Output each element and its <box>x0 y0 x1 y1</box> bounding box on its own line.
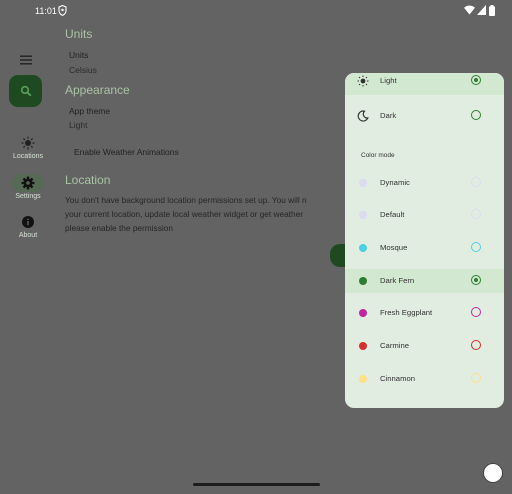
color-swatch <box>359 211 367 219</box>
color-option-label: Mosque <box>380 243 408 252</box>
signal-icon <box>477 5 486 15</box>
color-option-label: Fresh Eggplant <box>380 308 433 317</box>
theme-radio-light[interactable] <box>471 75 481 85</box>
theme-option-dark[interactable]: Dark <box>345 104 504 128</box>
gear-icon <box>21 176 35 190</box>
rail-item-locations[interactable]: Locations <box>0 136 56 160</box>
search-fab[interactable] <box>9 75 42 107</box>
rail-item-label: Settings <box>15 193 41 200</box>
sun-icon <box>357 75 369 87</box>
color-option-dynamic[interactable]: Dynamic <box>345 171 504 195</box>
status-time: 11:01 <box>35 6 57 16</box>
theme-color-popup: Light Dark Color mode Dynamic Default Mo… <box>345 73 504 408</box>
theme-option-label: Dark <box>380 111 397 120</box>
navigation-rail: Locations Settings About <box>0 22 56 494</box>
floating-circle-button[interactable] <box>483 463 503 483</box>
search-icon <box>20 85 32 97</box>
theme-option-light[interactable]: Light <box>345 73 504 95</box>
color-radio[interactable] <box>471 242 481 252</box>
color-swatch <box>359 375 367 383</box>
color-mode-label: Color mode <box>361 152 395 159</box>
color-radio[interactable] <box>471 307 481 317</box>
color-option-label: Dark Fern <box>380 276 415 285</box>
menu-icon[interactable] <box>18 52 34 68</box>
rail-item-settings[interactable]: Settings <box>0 176 56 200</box>
color-option-label: Dynamic <box>380 178 410 187</box>
rail-item-label: About <box>18 232 38 239</box>
color-option-label: Default <box>380 210 405 219</box>
info-icon <box>22 216 34 228</box>
moon-icon <box>357 110 369 122</box>
color-option-mosque[interactable]: Mosque <box>345 236 504 260</box>
color-option-default[interactable]: Default <box>345 203 504 227</box>
units-setting-value: Celsius <box>69 65 97 75</box>
appearance-section-header: Appearance <box>65 83 130 97</box>
color-option-label: Carmine <box>380 341 410 350</box>
color-radio[interactable] <box>471 373 481 383</box>
color-option-label: Cinnamon <box>380 374 416 383</box>
theme-radio-dark[interactable] <box>471 110 481 120</box>
rail-item-label: Locations <box>13 153 43 160</box>
location-shield-icon <box>58 5 67 16</box>
units-section-header: Units <box>65 27 93 41</box>
color-radio[interactable] <box>471 177 481 187</box>
color-option-dark-fern[interactable]: Dark Fern <box>345 269 504 293</box>
gesture-home-bar[interactable] <box>193 483 320 486</box>
units-setting-title[interactable]: Units <box>69 50 88 60</box>
color-radio[interactable] <box>471 340 481 350</box>
theme-option-label: Light <box>380 76 397 85</box>
color-option-carmine[interactable]: Carmine <box>345 334 504 358</box>
color-radio[interactable] <box>471 275 481 285</box>
sun-icon <box>21 136 35 150</box>
wifi-icon <box>464 5 475 15</box>
location-permission-text: your current location, update local weat… <box>65 209 303 219</box>
status-bar: 11:01 <box>0 0 512 22</box>
battery-icon <box>489 5 495 16</box>
color-swatch <box>359 244 367 252</box>
rail-item-about[interactable]: About <box>0 215 56 239</box>
color-swatch <box>359 309 367 317</box>
weather-animations-setting[interactable]: Enable Weather Animations <box>74 147 179 157</box>
app-theme-value: Light <box>69 120 88 130</box>
color-radio[interactable] <box>471 209 481 219</box>
location-permission-text: please enable the permission <box>65 223 173 233</box>
location-permission-text: You don't have background location permi… <box>65 195 307 205</box>
location-section-header: Location <box>65 173 111 187</box>
color-option-cinnamon[interactable]: Cinnamon <box>345 367 504 391</box>
color-swatch <box>359 179 367 187</box>
color-swatch <box>359 277 367 285</box>
color-swatch <box>359 342 367 350</box>
color-option-fresh-eggplant[interactable]: Fresh Eggplant <box>345 301 504 325</box>
app-theme-title[interactable]: App theme <box>69 106 110 116</box>
